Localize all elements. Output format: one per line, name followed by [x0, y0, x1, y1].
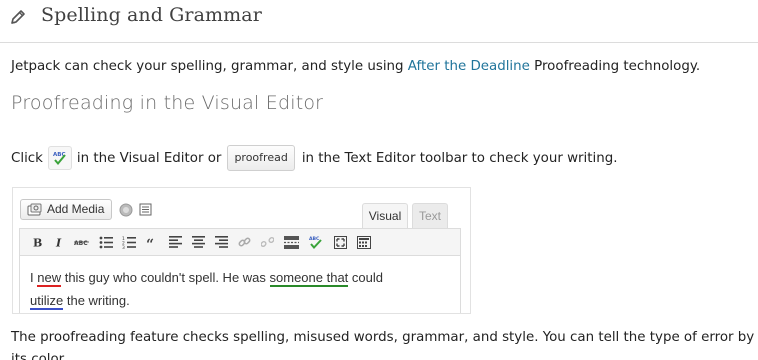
intro-text-before: Jetpack can check your spelling, grammar…	[11, 59, 408, 74]
tab-visual: Visual	[362, 203, 408, 228]
add-media-label: Add Media	[47, 202, 105, 216]
svg-text:ABC: ABC	[74, 240, 88, 247]
grammar-error-phrase: someone that	[269, 270, 349, 287]
svg-text:“: “	[146, 237, 154, 247]
section-heading: Proofreading in the Visual Editor	[11, 92, 324, 114]
proofread-abc-button: ABC	[47, 146, 72, 170]
content-text: this guy who couldn't spell. He was	[61, 270, 270, 285]
content-text: could	[348, 270, 383, 285]
style-error-word: utilize	[30, 293, 64, 310]
intro-text-after: Proofreading technology.	[529, 59, 701, 74]
page-header: Spelling and Grammar	[0, 0, 758, 43]
strikethrough-icon: ABC	[73, 233, 91, 251]
svg-text:B: B	[33, 237, 42, 249]
editor-toolbar: B I ABC 123 “ ABC	[19, 228, 461, 256]
tab-text: Text	[412, 203, 448, 228]
after-the-deadline-link[interactable]: After the Deadline	[408, 59, 530, 74]
kitchen-sink-icon	[356, 233, 372, 251]
page-title: Spelling and Grammar	[41, 4, 262, 26]
editor-screenshot: Add Media Visual Text B I ABC 123 “ ABC …	[12, 187, 471, 314]
align-right-icon	[213, 233, 229, 251]
instruction-line: Click ABC in the Visual Editor or proofr…	[11, 145, 617, 171]
numbered-list-icon: 123	[121, 233, 137, 251]
media-icon	[27, 203, 42, 216]
unlink-icon	[259, 233, 275, 251]
svg-text:3: 3	[122, 245, 125, 249]
bold-icon: B	[30, 233, 44, 251]
proofread-icon: ABC	[307, 233, 325, 251]
italic-icon: I	[52, 233, 66, 251]
more-icon	[282, 233, 300, 251]
link-icon	[236, 233, 252, 251]
blockquote-icon: “	[144, 233, 160, 251]
add-media-button: Add Media	[20, 199, 112, 220]
spelling-error-word: new	[37, 270, 62, 287]
form-circle-icon	[119, 203, 133, 217]
content-text: the writing.	[63, 293, 130, 308]
editor-content: I new this guy who couldn't spell. He wa…	[19, 255, 461, 313]
proofread-text-button: proofread	[227, 145, 295, 171]
svg-text:ABC: ABC	[309, 236, 320, 242]
contact-form-icon	[139, 203, 152, 216]
instruction-text-click: Click	[11, 150, 43, 166]
pencil-icon	[11, 10, 25, 24]
fullscreen-icon	[332, 233, 348, 251]
align-left-icon	[167, 233, 183, 251]
align-center-icon	[190, 233, 206, 251]
proofread-check-icon: ABC	[53, 152, 66, 166]
instruction-text-visual-editor: in the Visual Editor or	[76, 150, 222, 166]
instruction-text-text-editor: in the Text Editor toolbar to check your…	[301, 150, 618, 166]
bullet-list-icon	[98, 233, 114, 251]
explanation-paragraph: The proofreading feature checks spelling…	[11, 330, 755, 360]
svg-text:I: I	[55, 237, 62, 249]
intro-paragraph: Jetpack can check your spelling, grammar…	[11, 59, 700, 74]
